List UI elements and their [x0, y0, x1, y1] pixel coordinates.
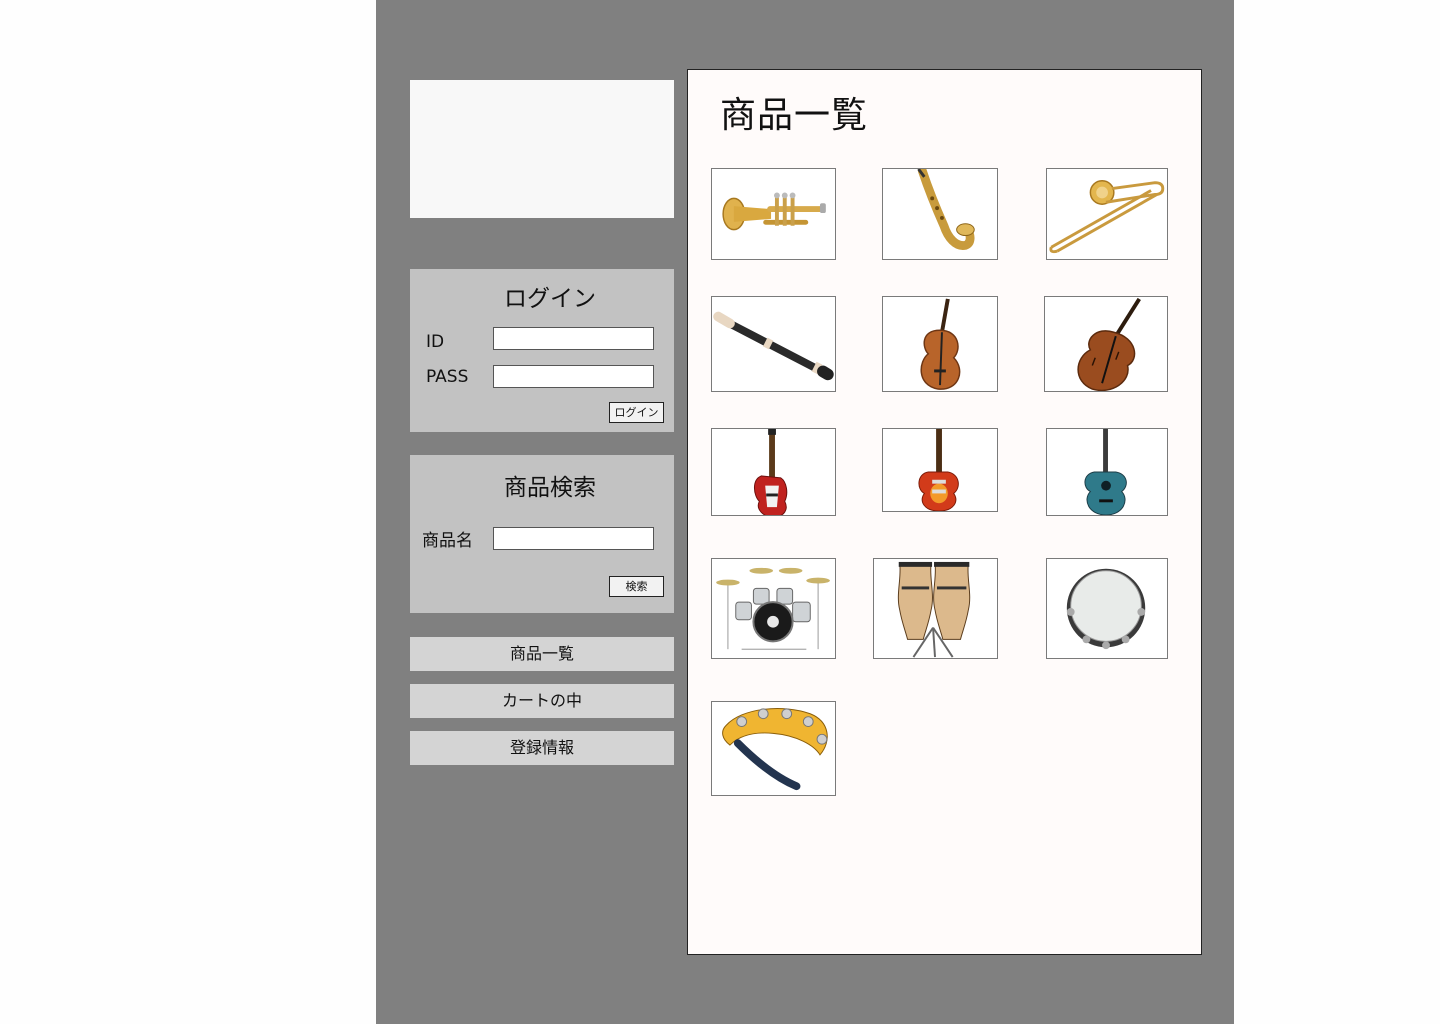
- page-wrapper: ログイン ID PASS ログイン 商品検索 商品名 検索 商品一覧 カートの中…: [376, 0, 1234, 1024]
- recorder-icon: [713, 311, 834, 381]
- password-field[interactable]: [493, 365, 654, 388]
- product-conga-drums[interactable]: [873, 558, 998, 659]
- product-trombone[interactable]: [1046, 168, 1168, 260]
- violin-icon: [1077, 297, 1141, 391]
- saxophone-icon: [917, 169, 975, 250]
- pass-label: PASS: [426, 367, 469, 387]
- acoustic-guitar-icon: [1084, 429, 1127, 515]
- trumpet-icon: [722, 192, 826, 231]
- nav-product-list-button[interactable]: 商品一覧: [410, 637, 674, 671]
- product-saxophone[interactable]: [882, 168, 998, 260]
- login-button[interactable]: ログイン: [609, 402, 664, 423]
- product-search-panel: 商品検索 商品名 検索: [410, 455, 674, 613]
- product-half-moon-tambourine[interactable]: [711, 701, 836, 796]
- electric-guitar-icon: [918, 429, 959, 511]
- nav-account-info-button[interactable]: 登録情報: [410, 731, 674, 765]
- search-button[interactable]: 検索: [609, 576, 664, 597]
- product-list-area: 商品一覧: [687, 69, 1202, 955]
- product-name-input[interactable]: [493, 527, 654, 550]
- conga-drums-icon: [897, 561, 971, 658]
- product-electric-guitar[interactable]: [882, 428, 998, 512]
- id-label: ID: [426, 332, 445, 352]
- product-violin[interactable]: [1044, 296, 1168, 392]
- product-tambourine[interactable]: [1046, 558, 1168, 659]
- product-drum-kit[interactable]: [711, 558, 836, 659]
- id-field[interactable]: [493, 327, 654, 350]
- bass-guitar-icon: [753, 429, 788, 515]
- product-cello[interactable]: [882, 296, 998, 392]
- product-bass-guitar[interactable]: [711, 428, 836, 516]
- cello-icon: [920, 298, 961, 390]
- half-moon-tambourine-icon: [722, 708, 828, 791]
- search-title: 商品検索: [504, 475, 596, 501]
- product-name-label: 商品名: [422, 531, 473, 551]
- product-recorder[interactable]: [711, 296, 836, 392]
- tambourine-icon: [1066, 568, 1146, 650]
- drum-kit-icon: [716, 567, 830, 650]
- login-panel: ログイン ID PASS ログイン: [410, 269, 674, 432]
- trombone-icon: [1049, 180, 1165, 254]
- product-acoustic-guitar[interactable]: [1046, 428, 1168, 516]
- logo-area: [410, 80, 674, 218]
- login-title: ログイン: [504, 286, 596, 312]
- page-title: 商品一覧: [720, 95, 869, 136]
- product-trumpet[interactable]: [711, 168, 836, 260]
- nav-cart-button[interactable]: カートの中: [410, 684, 674, 718]
